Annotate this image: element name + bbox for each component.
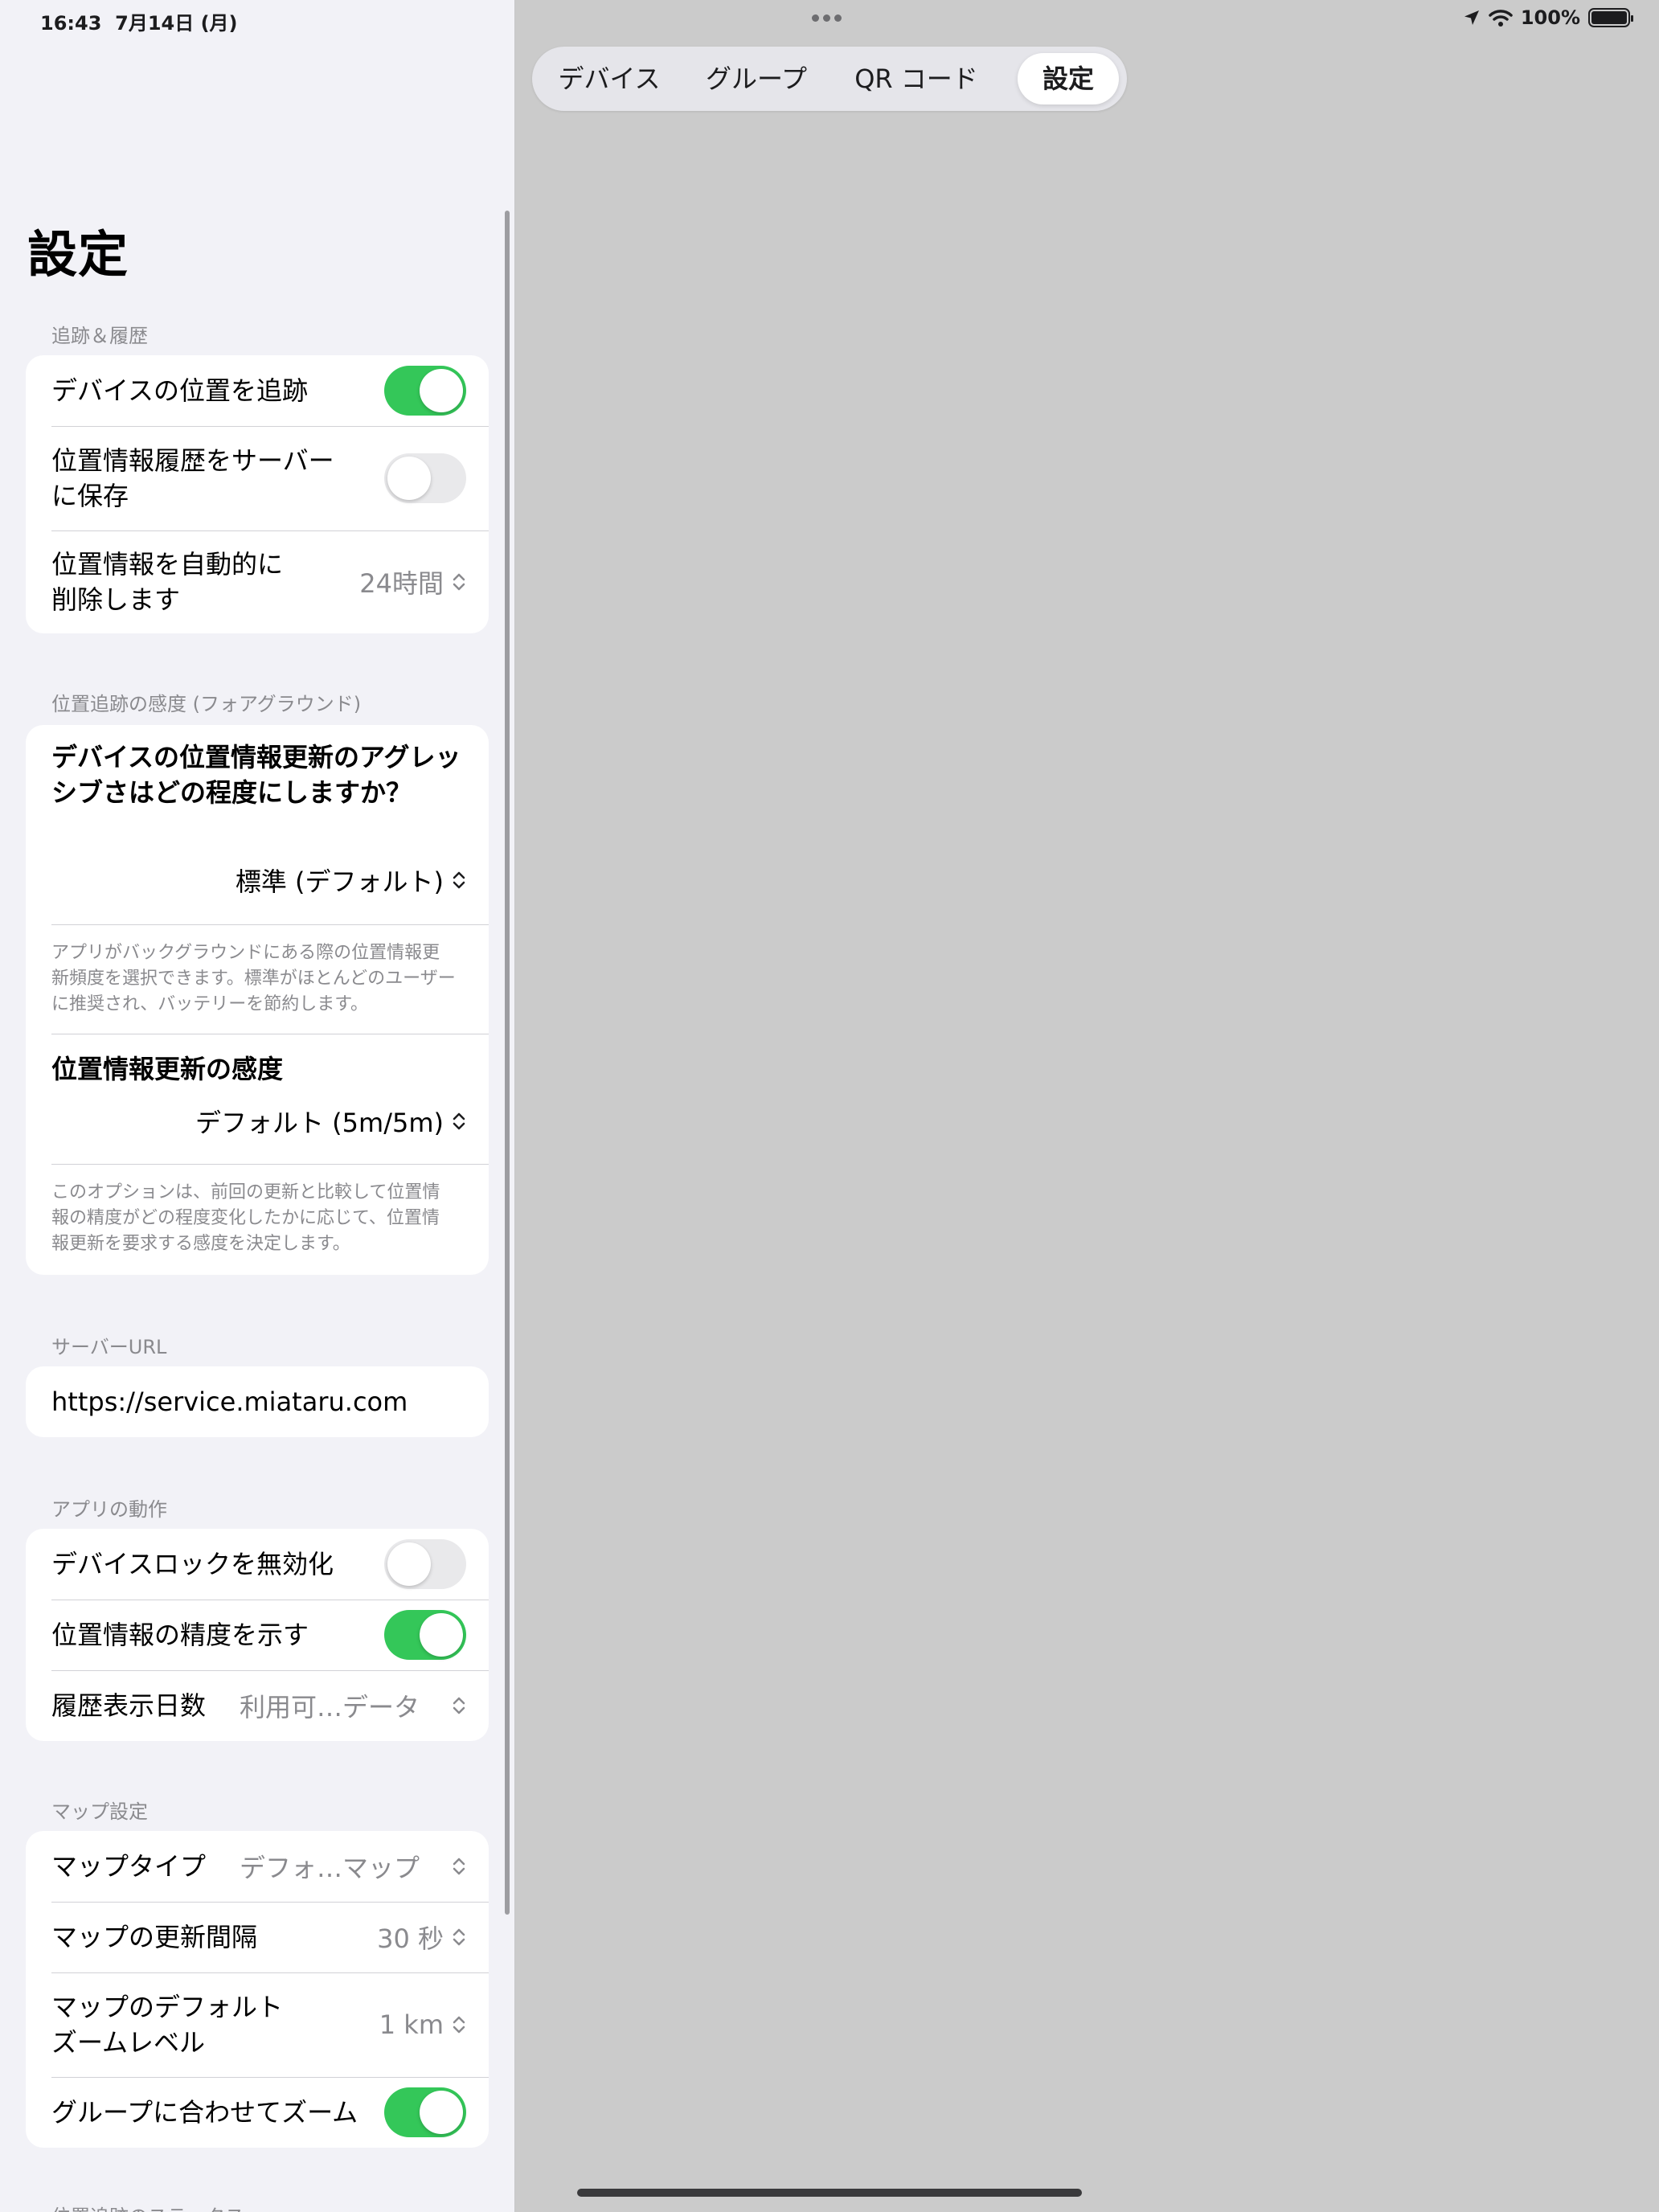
show-accuracy-row: 位置情報の精度を示す xyxy=(26,1600,489,1670)
update-sensitivity-label: 位置情報更新の感度 xyxy=(51,1054,284,1084)
map-type-label: マップタイプ xyxy=(51,1851,207,1882)
scroll-indicator[interactable] xyxy=(505,211,510,1915)
show-accuracy-toggle[interactable] xyxy=(384,1610,466,1660)
home-indicator[interactable] xyxy=(577,2189,1082,2197)
section-header-tracking-status: 位置追跡のステータス xyxy=(51,2201,244,2212)
disable-lock-label: デバイスロックを無効化 xyxy=(51,1549,334,1579)
history-days-value: 利用可…データ xyxy=(239,1692,420,1722)
update-sensitivity-picker[interactable]: デフォルト (5m/5m) xyxy=(195,1103,466,1140)
sensitivity-card: デバイスの位置情報更新のアグレッシブさはどの程度にしますか？ 標準 (デフォルト… xyxy=(26,725,489,1275)
update-sensitivity-description: このオプションは、前回の更新と比較して位置情報の精度がどの程度変化したかに応じて… xyxy=(51,1182,440,1254)
server-url-row[interactable]: https://service.miataru.com xyxy=(26,1366,489,1437)
battery-percent: 100% xyxy=(1520,6,1580,29)
section-header-map: マップ設定 xyxy=(51,1800,148,1823)
map-refresh-picker[interactable]: 30 秒 xyxy=(377,1919,466,1956)
fit-group-toggle[interactable] xyxy=(384,2087,466,2137)
auto-delete-value: 24時間 xyxy=(359,568,444,599)
track-location-toggle[interactable] xyxy=(384,366,466,416)
chevron-up-down-icon xyxy=(453,1112,465,1130)
map-type-row[interactable]: マップタイプ デフォ…マップ xyxy=(26,1831,489,1902)
divider xyxy=(51,1164,489,1165)
sidebar-divider xyxy=(514,0,515,2212)
app-behavior-card: デバイスロックを無効化 位置情報の精度を示す 履歴表示日数 利用可…データ xyxy=(26,1529,489,1741)
divider xyxy=(51,924,489,925)
status-time-text: 16:43 xyxy=(40,12,102,35)
map-zoom-value: 1 km xyxy=(379,2009,444,2040)
page-title: 設定 xyxy=(27,225,129,284)
history-days-label: 履歴表示日数 xyxy=(51,1690,207,1721)
history-days-row[interactable]: 履歴表示日数 利用可…データ xyxy=(26,1670,489,1741)
map-refresh-row[interactable]: マップの更新間隔 30 秒 xyxy=(26,1902,489,1972)
status-indicators: 100% xyxy=(1463,6,1633,29)
tab-segmented-control: デバイス グループ QR コード 設定 xyxy=(532,47,1127,111)
map-type-value: デフォ…マップ xyxy=(239,1853,420,1883)
track-location-row: デバイスの位置を追跡 xyxy=(26,355,489,426)
show-accuracy-label: 位置情報の精度を示す xyxy=(51,1620,309,1650)
settings-sidebar: 設定 追跡＆履歴 デバイスの位置を追跡 位置情報履歴をサーバーに保存 位置情報を… xyxy=(0,0,514,2212)
map-zoom-picker[interactable]: 1 km xyxy=(379,2009,466,2040)
multitasking-dots-icon[interactable] xyxy=(812,14,842,22)
history-days-picker[interactable]: 利用可…データ xyxy=(240,1687,466,1724)
tracking-card: デバイスの位置を追跡 位置情報履歴をサーバーに保存 位置情報を自動的に削除します… xyxy=(26,355,489,633)
status-date-text: 7月14日 (月) xyxy=(115,12,238,35)
chevron-up-down-icon xyxy=(453,1928,465,1946)
chevron-up-down-icon xyxy=(453,573,465,591)
fit-group-label: グループに合わせてズーム xyxy=(51,2097,358,2128)
auto-delete-picker[interactable]: 24時間 xyxy=(359,563,466,600)
disable-lock-toggle[interactable] xyxy=(384,1539,466,1589)
auto-delete-row[interactable]: 位置情報を自動的に削除します 24時間 xyxy=(26,530,489,633)
aggressiveness-question: デバイスの位置情報更新のアグレッシブさはどの程度にしますか？ xyxy=(51,742,461,808)
tab-qr-code[interactable]: QR コード xyxy=(836,53,997,104)
aggressiveness-picker[interactable]: 標準 (デフォルト) xyxy=(236,862,466,899)
battery-icon xyxy=(1588,8,1633,27)
update-sensitivity-value: デフォルト (5m/5m) xyxy=(195,1108,444,1138)
location-arrow-icon xyxy=(1464,10,1479,25)
aggressiveness-value: 標準 (デフォルト) xyxy=(235,866,444,897)
track-location-label: デバイスの位置を追跡 xyxy=(51,375,309,406)
map-refresh-value: 30 秒 xyxy=(377,1923,444,1954)
server-url-field[interactable]: https://service.miataru.com xyxy=(51,1384,408,1419)
server-card: https://service.miataru.com xyxy=(26,1366,489,1437)
chevron-up-down-icon xyxy=(453,871,465,889)
aggressiveness-description: アプリがバックグラウンドにある際の位置情報更新頻度を選択できます。標準がほとんど… xyxy=(51,943,456,1014)
map-refresh-label: マップの更新間隔 xyxy=(51,1922,258,1952)
map-zoom-row[interactable]: マップのデフォルトズームレベル 1 km xyxy=(26,1972,489,2077)
section-header-sensitivity: 位置追跡の感度 (フォアグラウンド) xyxy=(51,693,362,715)
save-history-toggle[interactable] xyxy=(384,453,466,503)
tab-settings[interactable]: 設定 xyxy=(1018,53,1119,104)
chevron-up-down-icon xyxy=(453,1858,465,1875)
section-header-app-behavior: アプリの動作 xyxy=(51,1498,167,1521)
chevron-up-down-icon xyxy=(453,2016,465,2034)
auto-delete-label: 位置情報を自動的に削除します xyxy=(51,549,284,615)
tab-groups[interactable]: グループ xyxy=(685,53,828,104)
tab-devices[interactable]: デバイス xyxy=(542,53,677,104)
status-time: 16:43 7月14日 (月) xyxy=(40,7,238,35)
fit-group-row: グループに合わせてズーム xyxy=(26,2077,489,2148)
section-header-server: サーバーURL xyxy=(51,1336,167,1358)
map-zoom-label: マップのデフォルトズームレベル xyxy=(51,1992,284,2058)
save-history-row: 位置情報履歴をサーバーに保存 xyxy=(26,426,489,530)
disable-lock-row: デバイスロックを無効化 xyxy=(26,1529,489,1600)
section-header-tracking: 追跡＆履歴 xyxy=(51,325,148,347)
map-type-picker[interactable]: デフォ…マップ xyxy=(240,1848,466,1885)
chevron-up-down-icon xyxy=(453,1697,465,1714)
wifi-icon xyxy=(1489,10,1513,27)
map-card: マップタイプ デフォ…マップ マップの更新間隔 30 秒 マップのデフォルトズー… xyxy=(26,1831,489,2148)
save-history-label: 位置情報履歴をサーバーに保存 xyxy=(51,445,334,511)
